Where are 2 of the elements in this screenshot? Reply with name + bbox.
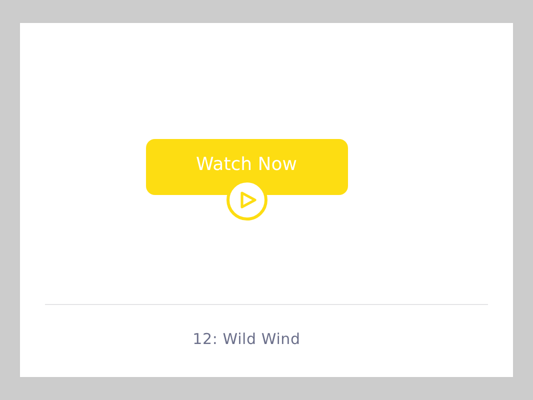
watch-now-button[interactable]: Watch Now — [146, 139, 348, 195]
episode-title: 12: Wild Wind — [192, 330, 300, 348]
